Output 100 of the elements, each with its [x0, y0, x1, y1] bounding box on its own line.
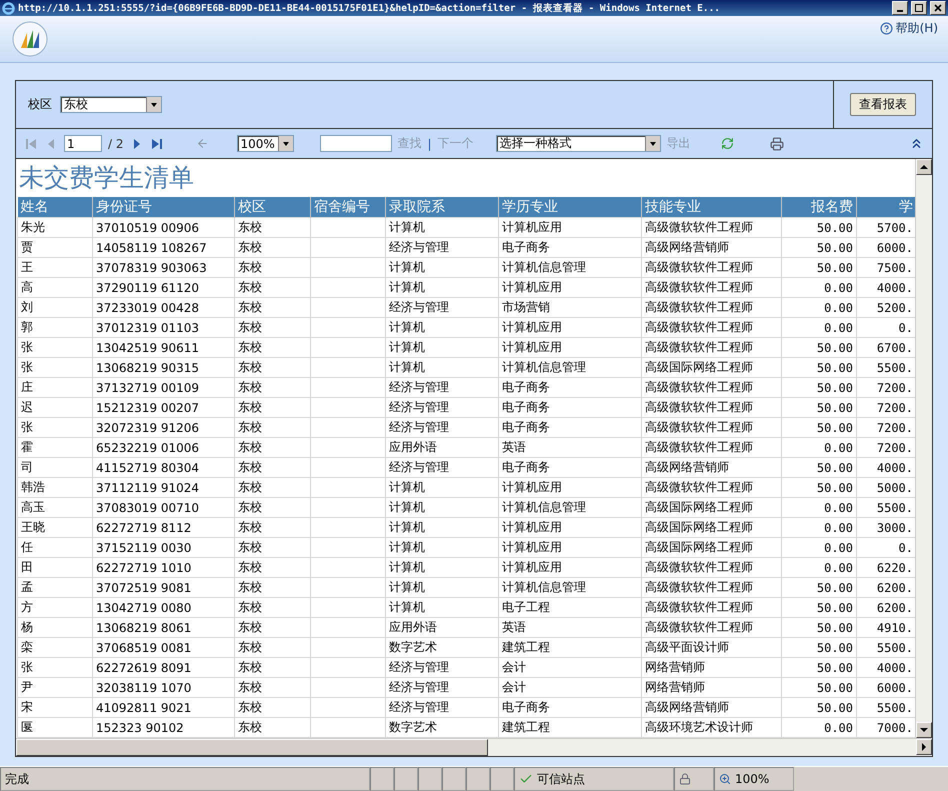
table-cell: 东校: [234, 258, 310, 278]
last-page-button[interactable]: [150, 136, 164, 150]
zoom-control[interactable]: 100%: [714, 767, 794, 791]
column-header: 身份证号: [92, 197, 234, 218]
column-header: 报名费: [782, 197, 856, 218]
table-cell: 东校: [234, 438, 310, 458]
table-cell: 0.00: [782, 278, 856, 298]
table-cell: 方: [18, 598, 92, 618]
table-cell: 东校: [234, 698, 310, 718]
table-cell: 计算机应用: [498, 318, 642, 338]
status-pane: [466, 767, 490, 791]
table-cell: 37072519 9081: [92, 578, 234, 598]
zoom-select[interactable]: 100%: [236, 135, 294, 152]
table-cell: 经济与管理: [386, 658, 498, 678]
campus-select[interactable]: 东校: [60, 96, 162, 113]
column-header: 校区: [234, 197, 310, 218]
table-cell: 计算机应用: [498, 478, 642, 498]
horizontal-scrollbar[interactable]: [16, 738, 932, 756]
table-cell: 高级平面设计师: [642, 638, 782, 658]
table-cell: 0.00: [782, 498, 856, 518]
table-cell: 东校: [234, 418, 310, 438]
table-cell: 东校: [234, 578, 310, 598]
table-cell: 数字艺术: [386, 638, 498, 658]
table-cell: 32038119 1070: [92, 678, 234, 698]
table-cell: 高级微软软件工程师: [642, 318, 782, 338]
table-cell: 高级微软软件工程师: [642, 598, 782, 618]
scroll-up-icon[interactable]: [920, 164, 928, 170]
table-cell: 贾: [18, 238, 92, 258]
table-cell: 50.00: [782, 698, 856, 718]
help-menu[interactable]: 帮助(H): [880, 20, 938, 36]
page-field[interactable]: 1: [64, 135, 102, 152]
table-cell: 计算机信息管理: [498, 578, 642, 598]
table-cell: 37068519 0081: [92, 638, 234, 658]
view-report-button[interactable]: 查看报表: [850, 93, 916, 116]
table-cell: 0.00: [782, 518, 856, 538]
table-cell: 郭: [18, 318, 92, 338]
table-cell: 37112119 91024: [92, 478, 234, 498]
table-cell: 刘: [18, 298, 92, 318]
table-cell: 计算机: [386, 578, 498, 598]
table-cell: 东校: [234, 678, 310, 698]
table-cell: 会计: [498, 658, 642, 678]
table-cell: 经济与管理: [386, 418, 498, 438]
find-field[interactable]: [320, 135, 392, 152]
table-cell: 高级国际网络工程师: [642, 518, 782, 538]
table-cell: 东校: [234, 278, 310, 298]
table-cell: 电子商务: [498, 698, 642, 718]
table-cell: 张: [18, 658, 92, 678]
vertical-scrollbar[interactable]: [915, 159, 932, 738]
status-pane: [442, 767, 466, 791]
table-cell: 经济与管理: [386, 378, 498, 398]
column-header: 宿舍编号: [310, 197, 386, 218]
table-cell: 东校: [234, 218, 310, 238]
lock-icon[interactable]: [679, 773, 691, 785]
table-cell: 经济与管理: [386, 238, 498, 258]
table-cell: 13068219 8061: [92, 618, 234, 638]
table-cell: 电子商务: [498, 238, 642, 258]
table-cell: 50.00: [782, 258, 856, 278]
table-cell: 计算机信息管理: [498, 358, 642, 378]
table-cell: 41152719 80304: [92, 458, 234, 478]
table-cell: 计算机: [386, 318, 498, 338]
table-cell: 0.00: [782, 438, 856, 458]
table-cell: 高级国际网络工程师: [642, 538, 782, 558]
table-cell: 东校: [234, 298, 310, 318]
close-icon: [934, 4, 942, 12]
window-title: http://10.1.1.251:5555/?id={06B9FE6B-BD9D-DE11-BE44-0015175F01E1}&helpID=&action=filter - 报表查看器 - Windows Internet E...: [18, 2, 722, 14]
close-button[interactable]: [930, 1, 946, 15]
table-cell: 市场营销: [498, 298, 642, 318]
print-icon[interactable]: [770, 136, 784, 150]
security-zone: 可信站点: [514, 767, 674, 791]
table-cell: 王晓: [18, 518, 92, 538]
table-cell: 英语: [498, 618, 642, 638]
status-pane: [370, 767, 394, 791]
table-cell: 电子商务: [498, 458, 642, 478]
table-cell: 东校: [234, 658, 310, 678]
table-cell: 0.00: [782, 298, 856, 318]
table-cell: 37078319 903063: [92, 258, 234, 278]
table-cell: 电子商务: [498, 418, 642, 438]
table-cell: 东校: [234, 378, 310, 398]
scroll-down-icon[interactable]: [920, 727, 928, 733]
table-cell: 任: [18, 538, 92, 558]
table-cell: 高级国际网络工程师: [642, 498, 782, 518]
table-cell: 张: [18, 358, 92, 378]
maximize-button[interactable]: [911, 1, 927, 15]
table-cell: 建筑工程: [498, 638, 642, 658]
table-cell: 37012319 01103: [92, 318, 234, 338]
table-cell: 计算机: [386, 498, 498, 518]
table-cell: 东校: [234, 558, 310, 578]
table-cell: 朱光: [18, 218, 92, 238]
table-cell: 高玉: [18, 498, 92, 518]
table-cell: 50.00: [782, 398, 856, 418]
table-cell: 50.00: [782, 638, 856, 658]
refresh-icon[interactable]: [720, 137, 734, 150]
table-cell: 韩浩: [18, 478, 92, 498]
scroll-right-icon[interactable]: [921, 743, 927, 751]
format-select[interactable]: 选择一种格式: [496, 135, 661, 152]
table-cell: 13042519 90611: [92, 338, 234, 358]
table-cell: 计算机应用: [498, 558, 642, 578]
browser-icon: [2, 2, 15, 14]
zoom-icon: [719, 773, 731, 785]
minimize-button[interactable]: [892, 1, 908, 15]
